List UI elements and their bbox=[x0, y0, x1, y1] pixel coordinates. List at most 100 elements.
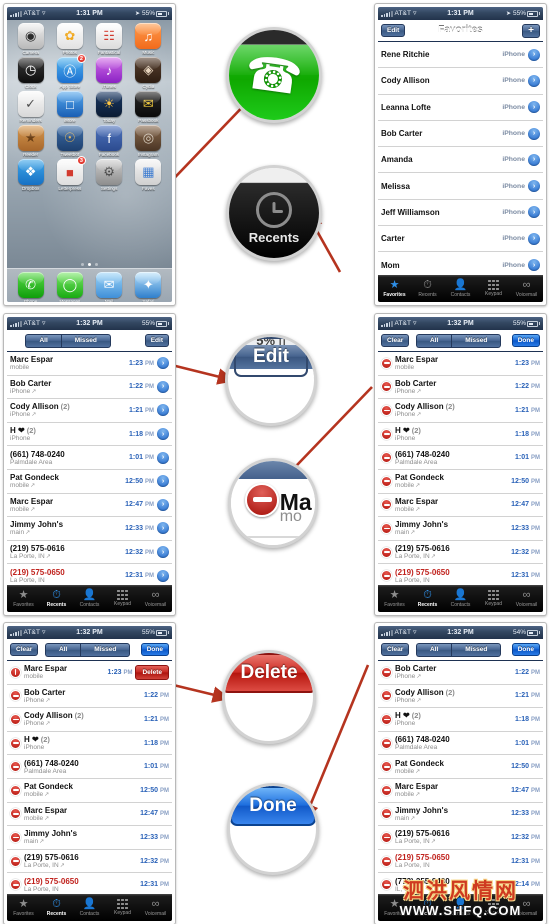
recent-call-row[interactable]: (661) 748-0240 Palmdale Area 1:01 PM › bbox=[7, 446, 172, 470]
delete-badge-icon[interactable] bbox=[10, 855, 21, 867]
detail-disclosure-icon[interactable]: › bbox=[528, 101, 540, 114]
delete-badge-icon[interactable] bbox=[381, 499, 392, 511]
delete-badge-icon[interactable] bbox=[10, 784, 21, 796]
app-icon-photos[interactable]: ✿ Photos bbox=[50, 23, 89, 55]
app-icon-instagram[interactable]: ◎ Instagram bbox=[129, 125, 168, 157]
recent-call-row[interactable]: Pat Gondeck mobile ↗ 12:50 PM bbox=[378, 470, 543, 494]
detail-disclosure-icon[interactable]: › bbox=[157, 475, 169, 488]
app-icon-clock[interactable]: ◷ Clock bbox=[11, 57, 50, 89]
delete-badge-icon[interactable] bbox=[381, 522, 392, 534]
detail-disclosure-icon[interactable]: › bbox=[157, 357, 169, 370]
app-icon-tweetbot[interactable]: ☉ Tweetbot bbox=[50, 125, 89, 157]
app-icon-itunes[interactable]: ♪ iTunes bbox=[90, 57, 129, 89]
tab-favorites[interactable]: ★ Favorites bbox=[7, 589, 40, 608]
delete-badge-icon[interactable] bbox=[381, 784, 392, 796]
recent-call-row[interactable]: Pat Gondeck mobile ↗ 12:50 PM bbox=[378, 755, 543, 779]
filter-segmented-control[interactable]: All Missed bbox=[415, 642, 502, 657]
tab-favorites[interactable]: ★ Favorites bbox=[7, 898, 40, 917]
favorite-row[interactable]: Carter iPhone › bbox=[378, 226, 543, 253]
recents-list-after-delete[interactable]: Bob Carter iPhone ↗ 1:22 PM Cody Allison (2) i… bbox=[378, 661, 543, 894]
recent-call-row[interactable]: Jimmy John's main ↗ 12:33 PM › bbox=[7, 517, 172, 541]
recent-call-row[interactable]: Cody Allison (2) iPhone ↗ 1:21 PM bbox=[378, 685, 543, 709]
delete-badge-icon[interactable] bbox=[381, 452, 392, 464]
delete-badge-icon[interactable] bbox=[10, 713, 21, 725]
delete-badge-icon[interactable] bbox=[381, 761, 392, 773]
tab-contacts[interactable]: 👤 Contacts bbox=[73, 898, 106, 917]
segment-missed[interactable]: Missed bbox=[451, 642, 502, 657]
minus-badge-icon[interactable] bbox=[245, 482, 280, 517]
recent-call-row[interactable]: Jimmy John's main ↗ 12:33 PM bbox=[378, 803, 543, 827]
recent-call-row[interactable]: Pat Gondeck mobile ↗ 12:50 PM bbox=[7, 779, 172, 803]
delete-badge-icon[interactable] bbox=[10, 690, 21, 702]
favorite-row[interactable]: Jeff Williamson iPhone › bbox=[378, 200, 543, 227]
tab-keypad[interactable]: Keypad bbox=[106, 589, 139, 607]
delete-badge-icon[interactable] bbox=[381, 475, 392, 487]
tab-recents[interactable]: ⏱ Recents bbox=[411, 589, 444, 608]
detail-disclosure-icon[interactable]: › bbox=[157, 546, 169, 559]
detail-disclosure-icon[interactable]: › bbox=[528, 74, 540, 87]
segment-all[interactable]: All bbox=[25, 333, 61, 348]
edit-button[interactable]: Edit bbox=[381, 24, 406, 37]
favorite-row[interactable]: Rene Ritchie iPhone › bbox=[378, 42, 543, 69]
tab-bar[interactable]: ★ Favorites ⏱ Recents 👤 Contacts Keypad ∞ Voicem… bbox=[7, 894, 172, 921]
favorite-row[interactable]: Leanna Lofte iPhone › bbox=[378, 95, 543, 121]
app-icon-music[interactable]: ♫ Music bbox=[129, 23, 168, 55]
filter-segmented-control[interactable]: All Missed bbox=[44, 642, 131, 657]
tab-voicemail[interactable]: ∞ Voicemail bbox=[139, 589, 172, 608]
tab-favorites[interactable]: ★ Favorites bbox=[378, 589, 411, 608]
tab-keypad[interactable]: Keypad bbox=[477, 589, 510, 607]
app-icon-cydia[interactable]: ◈ Cydia bbox=[129, 57, 168, 89]
segment-all[interactable]: All bbox=[44, 642, 81, 657]
app-icon-reeder[interactable]: ★ Reeder bbox=[11, 125, 50, 157]
filter-segmented-control[interactable]: All Missed bbox=[25, 333, 111, 348]
recent-call-row[interactable]: H ❤ (2) iPhone 1:18 PM bbox=[7, 732, 172, 756]
clear-button[interactable]: Clear bbox=[381, 334, 410, 347]
tab-bar[interactable]: ★ Favorites ⏱ Recents 👤 Contacts Keypad ∞ Voicem… bbox=[378, 585, 543, 612]
app-icon-phone[interactable]: ✆ Phone bbox=[11, 272, 50, 302]
tab-bar[interactable]: ★ Favorites ⏱ Recents 👤 Contacts Keypad ∞ Voicem… bbox=[378, 275, 543, 302]
app-icon-mail[interactable]: ✉ Mail bbox=[90, 272, 129, 302]
tab-voicemail[interactable]: ∞ Voicemail bbox=[510, 589, 543, 608]
recent-call-row[interactable]: Bob Carter iPhone ↗ 1:22 PM bbox=[378, 376, 543, 400]
recents-list-delete-confirm[interactable]: Marc Espar mobile 1:23 PM Delete Bob Carter i… bbox=[7, 661, 172, 894]
tab-favorites[interactable]: ★ Favorites bbox=[378, 279, 411, 298]
app-icon-safari[interactable]: ✦ Safari bbox=[129, 272, 168, 302]
tab-recents[interactable]: ⏱ Recents bbox=[40, 589, 73, 608]
delete-badge-icon[interactable] bbox=[381, 879, 392, 891]
recent-call-row[interactable]: (219) 575-0650 La Porte, IN 12:31 PM bbox=[378, 564, 543, 585]
recent-call-row[interactable]: Marc Espar mobile ↗ 12:47 PM bbox=[378, 779, 543, 803]
delete-badge-icon[interactable] bbox=[381, 357, 392, 369]
recent-call-row[interactable]: (219) 575-0616 La Porte, IN ↗ 12:32 PM bbox=[7, 850, 172, 874]
recent-call-row[interactable]: Bob Carter iPhone ↗ 1:22 PM › bbox=[7, 376, 172, 400]
app-icon-messages[interactable]: ◯ Messages bbox=[50, 272, 89, 302]
tab-voicemail[interactable]: ∞ Voicemail bbox=[510, 279, 543, 298]
favorite-row[interactable]: Amanda iPhone › bbox=[378, 147, 543, 174]
delete-badge-icon[interactable] bbox=[381, 381, 392, 393]
app-icon-dropbox[interactable]: ❖ Dropbox bbox=[11, 159, 50, 191]
recent-call-row[interactable]: Bob Carter iPhone ↗ 1:22 PM bbox=[7, 685, 172, 709]
app-icon-app-store[interactable]: Ⓐ 2 App Store bbox=[50, 54, 89, 89]
recent-call-row[interactable]: Marc Espar mobile 1:23 PM Delete bbox=[7, 661, 172, 685]
recent-call-row[interactable]: H ❤ (2) iPhone 1:18 PM bbox=[378, 708, 543, 732]
tab-contacts[interactable]: 👤 Contacts bbox=[444, 589, 477, 608]
segment-all[interactable]: All bbox=[415, 642, 452, 657]
detail-disclosure-icon[interactable]: › bbox=[528, 259, 540, 272]
recent-call-row[interactable]: Marc Espar mobile ↗ 12:47 PM bbox=[378, 494, 543, 518]
app-icon-facebook[interactable]: f Facebook bbox=[90, 125, 129, 157]
recent-call-row[interactable]: Cody Allison (2) iPhone ↗ 1:21 PM bbox=[7, 708, 172, 732]
delete-badge-icon[interactable] bbox=[10, 737, 21, 749]
add-favorite-button[interactable]: + bbox=[522, 23, 540, 38]
detail-disclosure-icon[interactable]: › bbox=[157, 522, 169, 535]
delete-badge-icon[interactable] bbox=[381, 737, 392, 749]
tab-voicemail[interactable]: ∞ Voicemail bbox=[139, 898, 172, 917]
filter-segmented-control[interactable]: All Missed bbox=[415, 333, 502, 348]
delete-badge-icon[interactable] bbox=[381, 808, 392, 820]
tab-contacts[interactable]: 👤 Contacts bbox=[444, 898, 477, 917]
app-icon-today[interactable]: ☀ Today bbox=[90, 91, 129, 123]
recent-call-row[interactable]: Marc Espar mobile 1:23 PM › bbox=[7, 352, 172, 376]
tab-favorites[interactable]: ★ Favorites bbox=[378, 898, 411, 917]
recent-call-row[interactable]: Marc Espar mobile ↗ 12:47 PM › bbox=[7, 494, 172, 518]
delete-badge-icon[interactable] bbox=[10, 879, 21, 891]
tab-bar[interactable]: ★ Favorites ⏱ Recents 👤 Contacts Keypad ∞ Voicem… bbox=[378, 894, 543, 921]
delete-button[interactable]: Delete bbox=[135, 664, 169, 680]
